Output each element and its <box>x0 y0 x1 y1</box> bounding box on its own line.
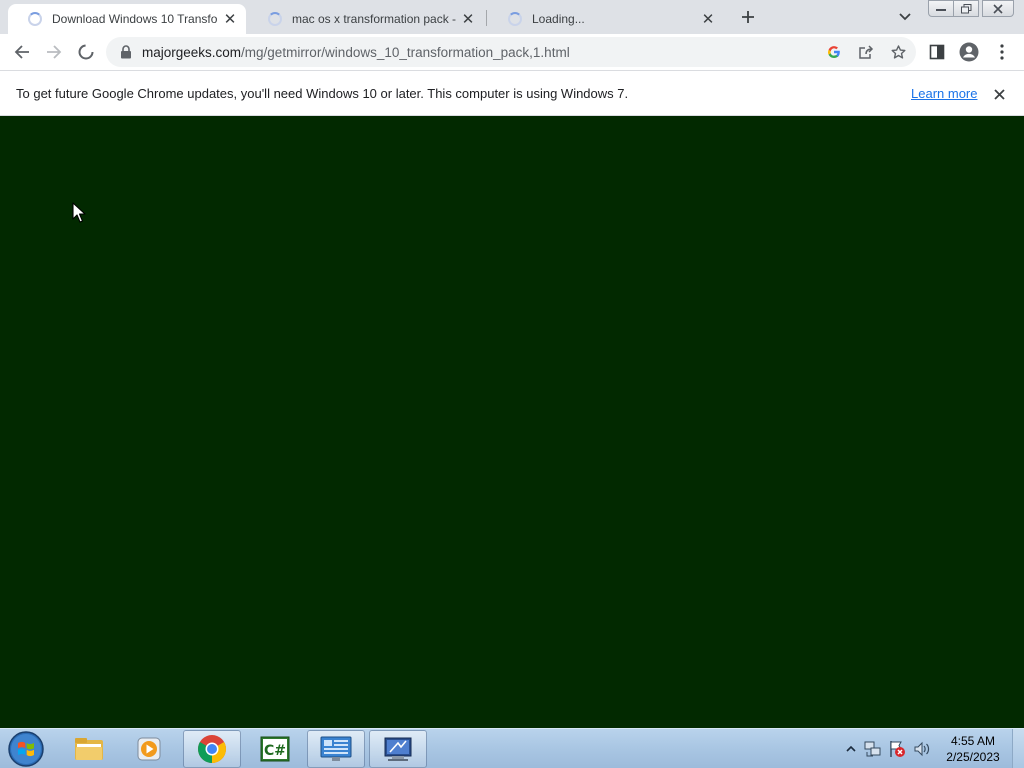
media-player-icon <box>137 737 161 761</box>
share-icon[interactable] <box>856 42 876 62</box>
stop-loading-button[interactable] <box>75 41 97 63</box>
google-icon[interactable] <box>824 42 844 62</box>
tab-strip: Download Windows 10 Transform ✕ mac os x… <box>0 0 1024 34</box>
url-host: majorgeeks.com <box>142 45 242 60</box>
restore-button[interactable] <box>953 0 979 17</box>
bookmark-star-icon[interactable] <box>888 42 908 62</box>
loading-spinner-icon <box>28 12 42 26</box>
remote-desktop-icon <box>384 737 412 761</box>
tab-close-icon[interactable]: ✕ <box>222 11 238 28</box>
plus-icon <box>742 11 754 23</box>
menu-icon <box>1000 44 1004 60</box>
taskbar-remote-desktop[interactable] <box>369 730 427 768</box>
file-explorer-icon <box>75 738 103 760</box>
page-content[interactable] <box>0 116 1024 728</box>
stop-loading-icon <box>78 44 94 60</box>
forward-button[interactable] <box>43 41 65 63</box>
browser-toolbar: majorgeeks.com/mg/getmirror/windows_10_t… <box>0 34 1024 70</box>
url-text[interactable]: majorgeeks.com/mg/getmirror/windows_10_t… <box>142 45 570 60</box>
taskbar-media-player[interactable] <box>120 730 178 768</box>
svg-text:C#: C# <box>264 743 286 759</box>
taskbar-control-panel[interactable] <box>307 730 365 768</box>
window-close-button[interactable] <box>982 0 1014 17</box>
network-icon <box>864 741 881 757</box>
show-hidden-icons-button[interactable] <box>842 740 860 758</box>
url-path: /mg/getmirror/windows_10_transformation_… <box>241 45 570 60</box>
taskbar-chrome[interactable] <box>183 730 241 768</box>
taskbar-clock[interactable]: 4:55 AM 2/25/2023 <box>940 733 1006 765</box>
taskbar-file-explorer[interactable] <box>60 730 118 768</box>
learn-more-link[interactable]: Learn more <box>911 86 977 101</box>
tab-title: Loading... <box>532 12 585 26</box>
clock-date: 2/25/2023 <box>946 750 1000 764</box>
chevron-down-icon <box>899 13 911 21</box>
loading-spinner-icon <box>508 12 522 26</box>
control-panel-icon <box>320 736 352 761</box>
action-center-icon <box>890 741 905 757</box>
start-button[interactable] <box>6 730 46 768</box>
back-button[interactable] <box>11 41 33 63</box>
csharp-icon: C# <box>260 736 290 762</box>
mouse-cursor-icon <box>72 202 86 223</box>
minimize-button[interactable] <box>928 0 954 17</box>
restore-icon <box>960 3 971 13</box>
tab-mac-os-x[interactable]: mac os x transformation pack - G ✕ <box>248 4 484 34</box>
infobar-close-button[interactable] <box>990 85 1008 103</box>
tab-separator <box>486 10 487 26</box>
start-orb-icon <box>8 731 44 767</box>
tab-close-icon[interactable]: ✕ <box>460 11 476 28</box>
volume-icon <box>914 741 930 757</box>
windows-taskbar: C# 4:55 AM 2/25/2023 <box>0 728 1024 768</box>
tab-search-button[interactable] <box>896 8 914 26</box>
action-center-tray-button[interactable] <box>888 740 906 758</box>
side-panel-icon <box>929 44 945 60</box>
show-desktop-button[interactable] <box>1012 729 1024 768</box>
profile-button[interactable] <box>958 41 980 63</box>
minimize-icon <box>936 8 946 11</box>
loading-spinner-icon <box>268 12 282 26</box>
tab-close-icon[interactable]: ✕ <box>700 11 716 28</box>
lock-icon[interactable] <box>120 45 132 64</box>
menu-button[interactable] <box>991 41 1013 63</box>
side-panel-button[interactable] <box>926 41 948 63</box>
close-icon <box>993 88 1005 100</box>
volume-tray-button[interactable] <box>913 740 931 758</box>
tab-title: mac os x transformation pack - G <box>292 12 456 26</box>
update-infobar: To get future Google Chrome updates, you… <box>0 70 1024 116</box>
infobar-message: To get future Google Chrome updates, you… <box>16 86 629 101</box>
tab-loading[interactable]: Loading... ✕ <box>488 4 724 34</box>
profile-icon <box>959 42 979 62</box>
tab-title: Download Windows 10 Transform <box>52 12 218 26</box>
taskbar-csharp-app[interactable]: C# <box>246 730 304 768</box>
clock-time: 4:55 AM <box>950 734 996 748</box>
new-tab-button[interactable] <box>737 6 759 28</box>
address-bar[interactable]: majorgeeks.com/mg/getmirror/windows_10_t… <box>106 37 916 67</box>
tab-download-windows-10[interactable]: Download Windows 10 Transform ✕ <box>8 4 246 34</box>
forward-icon <box>47 45 62 59</box>
chrome-icon <box>198 735 226 763</box>
back-icon <box>14 45 29 59</box>
network-tray-button[interactable] <box>864 740 882 758</box>
close-icon <box>993 3 1003 14</box>
show-hidden-icon <box>846 745 856 752</box>
